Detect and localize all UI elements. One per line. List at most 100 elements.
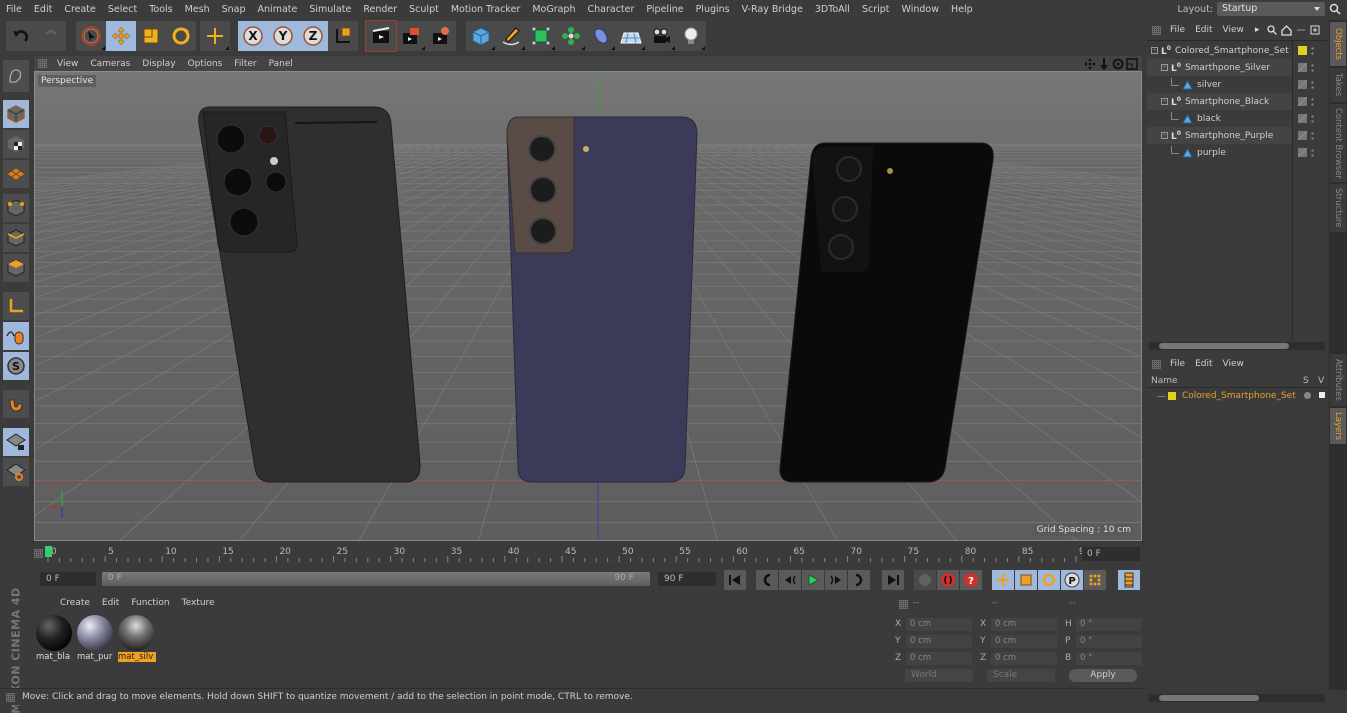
make-editable-button[interactable]: [3, 60, 29, 92]
timeline-window-button[interactable]: [1118, 570, 1140, 590]
maximize-view-icon[interactable]: [1126, 58, 1138, 70]
goto-start-button[interactable]: [724, 570, 746, 590]
previous-key-button[interactable]: [756, 570, 778, 590]
object-name[interactable]: black: [1197, 114, 1221, 124]
size-x-field[interactable]: 0 cm: [991, 618, 1057, 631]
edges-mode-button[interactable]: [3, 224, 29, 252]
layer-solo-toggle[interactable]: [1304, 392, 1311, 399]
visibility-dots-icon[interactable]: [1311, 63, 1314, 73]
scale-tool-button[interactable]: [136, 21, 166, 51]
visibility-dots-icon[interactable]: [1311, 80, 1314, 90]
coordinate-system-button[interactable]: [328, 21, 358, 51]
viewport-menu-view[interactable]: View: [51, 59, 84, 69]
menu-tools[interactable]: Tools: [143, 4, 178, 15]
current-frame-field[interactable]: 0 F: [1082, 547, 1140, 561]
planar-workplane-button[interactable]: [3, 458, 29, 486]
object-row[interactable]: -L0Smartphone_Purple: [1147, 127, 1292, 144]
cloner-button[interactable]: [556, 21, 586, 51]
object-row[interactable]: black: [1147, 110, 1292, 127]
viewport-menu-panel[interactable]: Panel: [263, 59, 299, 69]
object-hscrollbar[interactable]: [1149, 342, 1325, 350]
object-menu-view[interactable]: View: [1218, 25, 1249, 35]
material-swatch-silver[interactable]: mat_silv: [118, 615, 154, 663]
axis-mode-button[interactable]: [3, 292, 29, 320]
menu-mesh[interactable]: Mesh: [179, 4, 216, 15]
layer-menu-view[interactable]: View: [1218, 359, 1249, 369]
position-x-field[interactable]: 0 cm: [906, 618, 972, 631]
move-tool-button[interactable]: [106, 21, 136, 51]
material-menu-texture[interactable]: Texture: [176, 598, 221, 608]
material-swatch-black[interactable]: mat_bla: [36, 615, 72, 663]
visibility-dots-icon[interactable]: [1311, 148, 1314, 158]
display-tag-icon[interactable]: [1298, 131, 1307, 140]
material-menu-function[interactable]: Function: [125, 598, 175, 608]
render-settings-button[interactable]: [426, 21, 456, 51]
size-y-field[interactable]: 0 cm: [991, 635, 1057, 648]
tab-takes[interactable]: Takes: [1330, 68, 1346, 102]
timeline-scale[interactable]: 051015202530354045505560657075808590: [42, 545, 1092, 563]
camera-button[interactable]: [646, 21, 676, 51]
playhead[interactable]: [45, 546, 52, 557]
undo-button[interactable]: [6, 21, 36, 51]
material-menu-create[interactable]: Create: [54, 598, 96, 608]
menu-file[interactable]: File: [0, 4, 28, 15]
layer-col-name[interactable]: Name: [1151, 376, 1178, 386]
menu-sculpt[interactable]: Sculpt: [403, 4, 445, 15]
menu-create[interactable]: Create: [58, 4, 102, 15]
display-tag-icon[interactable]: [1298, 97, 1307, 106]
menu-edit[interactable]: Edit: [28, 4, 58, 15]
object-name[interactable]: Smarthpone_Silver: [1185, 63, 1270, 73]
layer-name[interactable]: Colored_Smartphone_Set: [1182, 391, 1296, 401]
keyframe-selection-button[interactable]: ?: [960, 570, 982, 590]
coordinate-mode-select[interactable]: Scale: [987, 669, 1055, 682]
end-frame-field[interactable]: 90 F: [658, 572, 716, 586]
display-tag-icon[interactable]: [1298, 148, 1307, 157]
next-key-button[interactable]: [848, 570, 870, 590]
expand-toggle-icon[interactable]: -: [1161, 132, 1168, 139]
workplane-lock-button[interactable]: [3, 428, 29, 456]
frame-range-slider[interactable]: 0 F 90 F: [102, 572, 650, 586]
layer-visibility-toggle[interactable]: [1318, 391, 1326, 399]
expand-toggle-icon[interactable]: -: [1151, 47, 1158, 54]
tweak-mode-button[interactable]: [3, 322, 29, 350]
menu-vray-bridge[interactable]: V-Ray Bridge: [736, 4, 809, 15]
material-menu-edit[interactable]: Edit: [96, 598, 125, 608]
rotation-b-field[interactable]: 0 °: [1076, 652, 1142, 665]
tab-structure[interactable]: Structure: [1330, 184, 1346, 232]
z-axis-lock-button[interactable]: Z: [298, 21, 328, 51]
x-axis-lock-button[interactable]: X: [238, 21, 268, 51]
object-row[interactable]: -L0Smartphone_Black: [1147, 93, 1292, 110]
menu-mograph[interactable]: MoGraph: [526, 4, 581, 15]
home-icon[interactable]: [1281, 25, 1292, 36]
rotate-tool-button[interactable]: [166, 21, 196, 51]
object-name[interactable]: Colored_Smartphone_Set: [1175, 46, 1289, 56]
previous-frame-button[interactable]: [779, 570, 801, 590]
layout-select[interactable]: Startup: [1217, 2, 1325, 16]
polygons-mode-button[interactable]: [3, 254, 29, 282]
snap-button[interactable]: [3, 390, 29, 418]
rotation-p-field[interactable]: 0 °: [1076, 635, 1142, 648]
tab-layers[interactable]: Layers: [1330, 408, 1346, 444]
live-selection-button[interactable]: [76, 21, 106, 51]
display-tag-icon[interactable]: [1298, 114, 1307, 123]
menu-script[interactable]: Script: [856, 4, 896, 15]
phone-purple[interactable]: [507, 117, 697, 482]
3d-viewport[interactable]: Perspective Grid Spacing : 10 cm: [34, 71, 1142, 541]
pen-button[interactable]: [496, 21, 526, 51]
layer-col-solo[interactable]: S: [1303, 376, 1309, 386]
menu-character[interactable]: Character: [581, 4, 640, 15]
layer-row[interactable]: Colored_Smartphone_Set: [1147, 389, 1327, 403]
scrollbar-thumb[interactable]: [1159, 343, 1289, 349]
tab-content-browser[interactable]: Content Browser: [1330, 104, 1346, 182]
menu-3dtoall[interactable]: 3DToAll: [809, 4, 856, 15]
viewport-menu-filter[interactable]: Filter: [228, 59, 262, 69]
rotate-view-icon[interactable]: [1112, 58, 1124, 70]
autokeying-button[interactable]: [937, 570, 959, 590]
display-tag-icon[interactable]: [1298, 80, 1307, 89]
deformer-button[interactable]: [586, 21, 616, 51]
material-swatch-purple[interactable]: mat_pur: [77, 615, 113, 663]
goto-end-button[interactable]: [882, 570, 904, 590]
object-row[interactable]: silver: [1147, 76, 1292, 93]
object-name[interactable]: silver: [1197, 80, 1221, 90]
solo-button[interactable]: S: [3, 352, 29, 380]
